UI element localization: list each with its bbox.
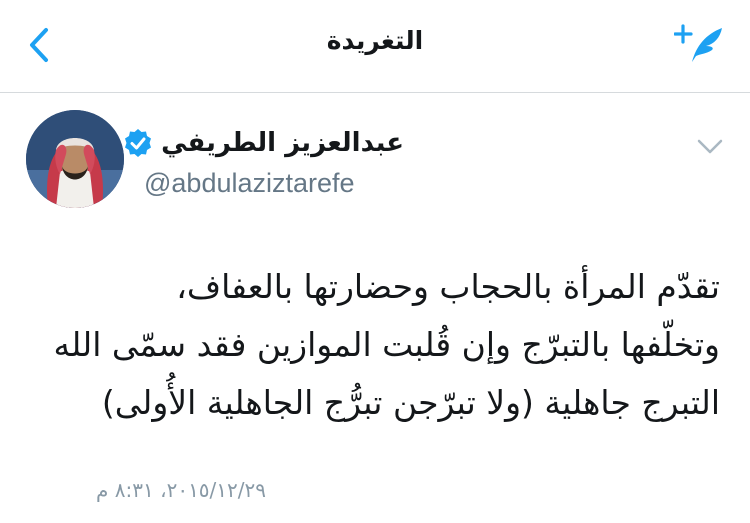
tweet-options-button[interactable]	[692, 135, 728, 159]
tweet-header: عبدالعزيز الطريفي @abdulaziztarefe	[0, 110, 750, 210]
top-navigation-bar: التغريدة	[0, 0, 750, 93]
tweet-text: تقدّم المرأة بالحجاب وحضارتها بالعفاف، و…	[53, 267, 720, 422]
avatar[interactable]	[26, 110, 124, 208]
author-display-name[interactable]: عبدالعزيز الطريفي	[161, 128, 404, 158]
tweet-timestamp: ٢٠١٥/١٢/٢٩، ٨:٣١ م	[96, 478, 266, 502]
author-name-row: عبدالعزيز الطريفي	[123, 128, 404, 158]
author-handle[interactable]: @abdulaziztarefe	[144, 168, 355, 199]
page-title: التغريدة	[326, 26, 424, 55]
compose-tweet-icon	[673, 24, 722, 62]
compose-tweet-button[interactable]	[673, 22, 726, 66]
profile-photo	[26, 110, 124, 208]
verified-badge-icon	[125, 129, 152, 157]
chevron-down-icon	[697, 139, 723, 154]
